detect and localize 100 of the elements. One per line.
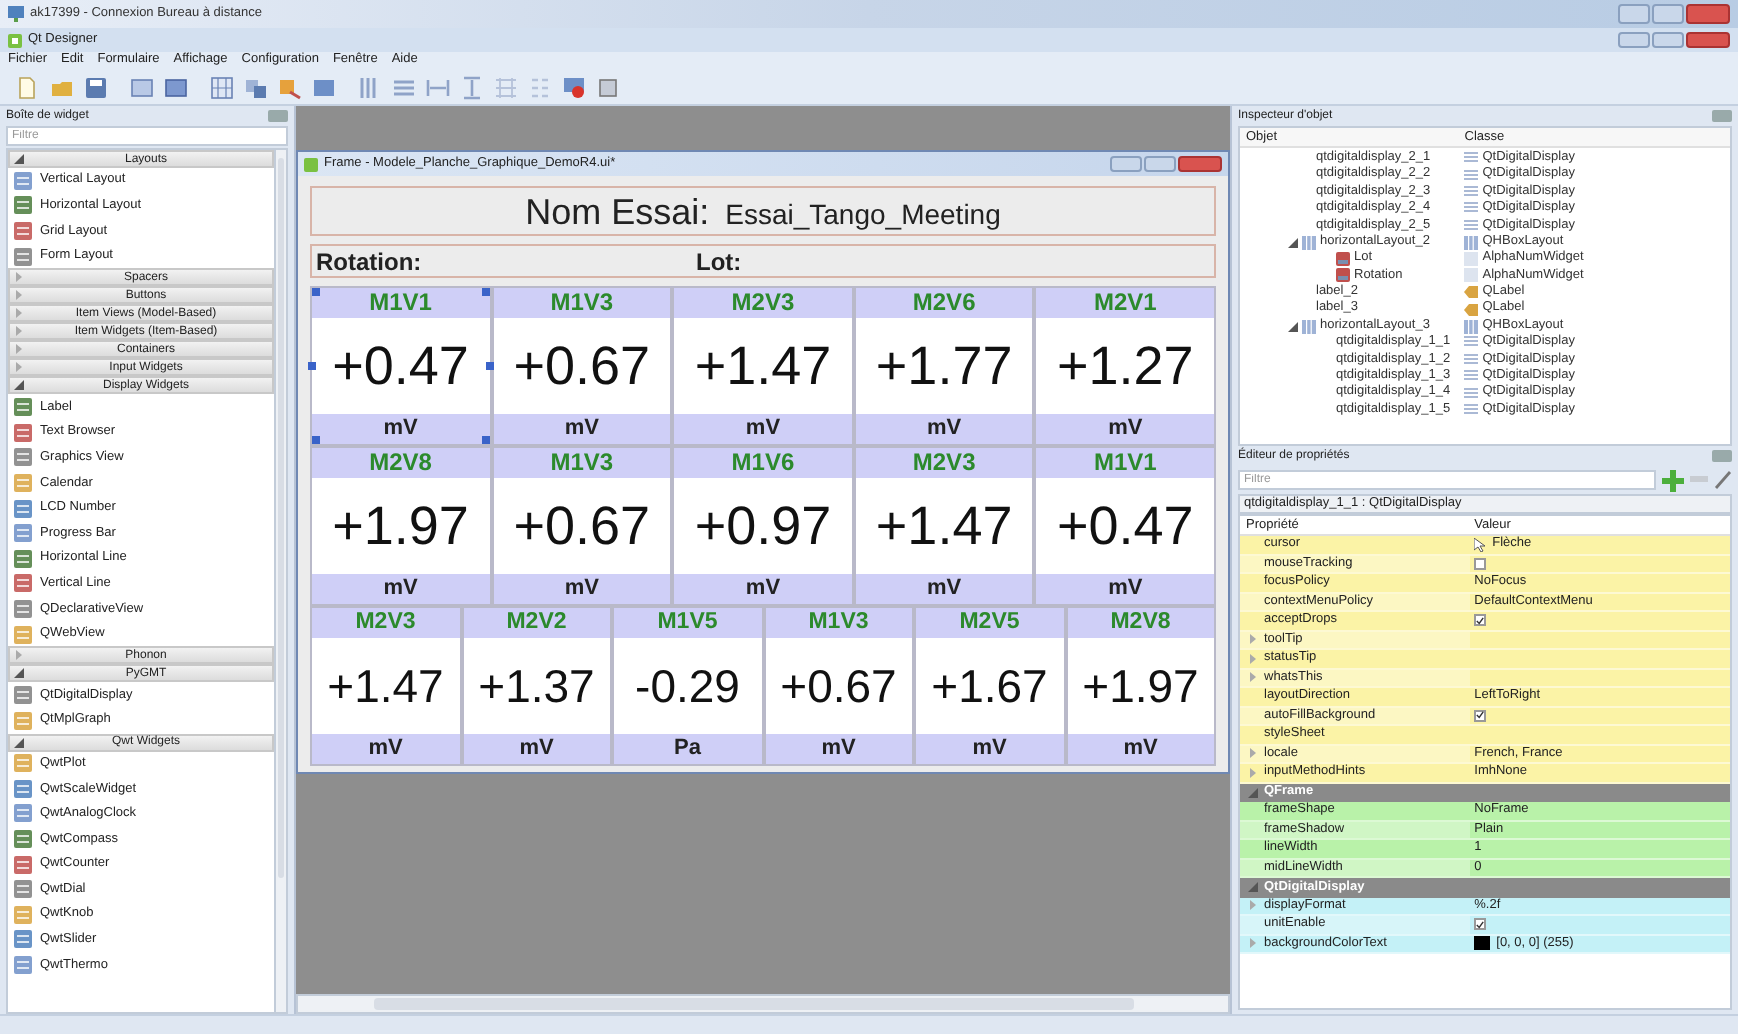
- widget-icon: [14, 905, 32, 924]
- channel-value: +0.97: [674, 478, 852, 574]
- rows-icon[interactable]: [392, 75, 416, 99]
- expand-arrow[interactable]: [1288, 237, 1298, 248]
- display-icon: [1464, 219, 1479, 232]
- color-swatch[interactable]: [1474, 936, 1491, 951]
- channel-unit: mV: [493, 574, 671, 604]
- minimize-button[interactable]: [1110, 156, 1142, 172]
- minimize-button[interactable]: [1618, 32, 1650, 48]
- display-icon: [1464, 169, 1479, 182]
- widget-icon: [14, 473, 32, 492]
- checkbox[interactable]: [1474, 614, 1487, 627]
- display-icon: [1464, 353, 1479, 366]
- channel-value: +0.47: [312, 318, 490, 414]
- channel-unit: mV: [312, 734, 459, 764]
- scrollbar[interactable]: [276, 148, 288, 1014]
- digital-display[interactable]: M2V3 +1.47 mV: [853, 446, 1035, 606]
- section-arrow[interactable]: [1248, 882, 1258, 893]
- checkbox[interactable]: [1474, 557, 1487, 570]
- digital-display[interactable]: M1V3 +0.67 mV: [763, 606, 914, 766]
- window-icon[interactable]: [164, 75, 188, 99]
- widget-icon: [14, 599, 32, 618]
- digital-display[interactable]: M2V1 +1.27 mV: [1034, 286, 1216, 446]
- digital-display[interactable]: M1V1 +0.47 mV: [310, 286, 492, 446]
- channel-value: +0.67: [493, 478, 671, 574]
- channel-value: +1.27: [1036, 318, 1214, 414]
- maximize-button[interactable]: [1144, 156, 1176, 172]
- category-arrow[interactable]: [14, 154, 24, 164]
- grid-icon[interactable]: [210, 75, 234, 99]
- digital-display[interactable]: M1V1 +0.47 mV: [1034, 446, 1216, 606]
- maximize-button[interactable]: [1652, 32, 1684, 48]
- form-grid-icon[interactable]: [528, 75, 552, 99]
- wrench-icon[interactable]: [1714, 470, 1732, 490]
- digital-display[interactable]: M2V8 +1.97 mV: [310, 446, 492, 606]
- widget-icon: [14, 880, 32, 899]
- digital-display[interactable]: M2V6 +1.77 mV: [853, 286, 1035, 446]
- plus-icon[interactable]: [1662, 469, 1684, 491]
- app-icon: [8, 33, 22, 47]
- expand-arrow[interactable]: [1288, 321, 1298, 332]
- channel-value: +1.47: [312, 638, 459, 734]
- resize-handle[interactable]: [312, 288, 320, 296]
- category-arrow[interactable]: [14, 737, 24, 747]
- checkbox[interactable]: [1474, 709, 1487, 722]
- digital-display[interactable]: M1V3 +0.67 mV: [491, 446, 673, 606]
- break-layout-icon[interactable]: [562, 75, 586, 99]
- channel-unit: mV: [312, 574, 490, 604]
- widget-icon: [14, 754, 32, 773]
- save-icon[interactable]: [84, 75, 108, 99]
- resize-handle[interactable]: [485, 362, 494, 371]
- digital-display[interactable]: M2V2 +1.37 mV: [461, 606, 612, 766]
- minus-icon[interactable]: [1690, 476, 1708, 484]
- grid-icon[interactable]: [494, 75, 518, 99]
- channel-unit: mV: [916, 734, 1063, 764]
- channel-unit: mV: [765, 734, 912, 764]
- widget-icon: [14, 196, 32, 215]
- split-horizontal-icon[interactable]: [426, 75, 450, 99]
- widget-icon: [14, 625, 32, 644]
- widget-icon: [14, 398, 32, 417]
- resize-handle[interactable]: [481, 288, 490, 296]
- close-button[interactable]: [1178, 156, 1222, 172]
- widget-icon: [14, 830, 32, 849]
- link-icon[interactable]: [244, 75, 268, 99]
- digital-display[interactable]: M1V6 +0.97 mV: [672, 446, 854, 606]
- window-icon[interactable]: [130, 75, 154, 99]
- lot-label: Lot:: [696, 245, 742, 279]
- display-icon: [1464, 185, 1479, 198]
- digital-display[interactable]: M2V5 +1.67 mV: [914, 606, 1065, 766]
- display-icon: [1464, 152, 1479, 165]
- digital-display[interactable]: M2V3 +1.47 mV: [672, 286, 854, 446]
- digital-display[interactable]: M2V3 +1.47 mV: [310, 606, 461, 766]
- digital-display[interactable]: M1V3 +0.67 mV: [491, 286, 673, 446]
- channel-value: +1.97: [1067, 638, 1214, 734]
- widget-icon: [14, 499, 32, 518]
- section-arrow[interactable]: [1248, 787, 1258, 798]
- document-icon[interactable]: [16, 75, 40, 99]
- maximize-button[interactable]: [1652, 4, 1684, 24]
- channel-name: M2V3: [855, 448, 1033, 478]
- widget-icon: [14, 574, 32, 593]
- display-icon: [1464, 202, 1479, 215]
- channel-unit: mV: [674, 574, 852, 604]
- channel-unit: mV: [312, 414, 490, 444]
- digital-display[interactable]: M1V5 -0.29 Pa: [612, 606, 763, 766]
- channel-value: +0.67: [493, 318, 671, 414]
- digital-display[interactable]: M2V8 +1.97 mV: [1065, 606, 1216, 766]
- minimize-button[interactable]: [1618, 4, 1650, 24]
- channel-name: M1V1: [312, 288, 490, 318]
- widget-icon: [14, 804, 32, 823]
- resize-handle[interactable]: [312, 436, 320, 444]
- close-button[interactable]: [1686, 32, 1730, 48]
- split-vertical-icon[interactable]: [460, 75, 484, 99]
- channel-unit: mV: [1036, 414, 1214, 444]
- resize-handle[interactable]: [481, 436, 490, 444]
- display-icon: [1464, 404, 1479, 417]
- horizontal-scrollbar[interactable]: [296, 994, 1230, 1014]
- columns-icon[interactable]: [358, 75, 382, 99]
- resize-handle[interactable]: [308, 362, 316, 371]
- close-button[interactable]: [1686, 4, 1730, 24]
- checkbox[interactable]: [1474, 918, 1487, 931]
- monitor-icon: [8, 6, 24, 22]
- channel-name: M2V6: [855, 288, 1033, 318]
